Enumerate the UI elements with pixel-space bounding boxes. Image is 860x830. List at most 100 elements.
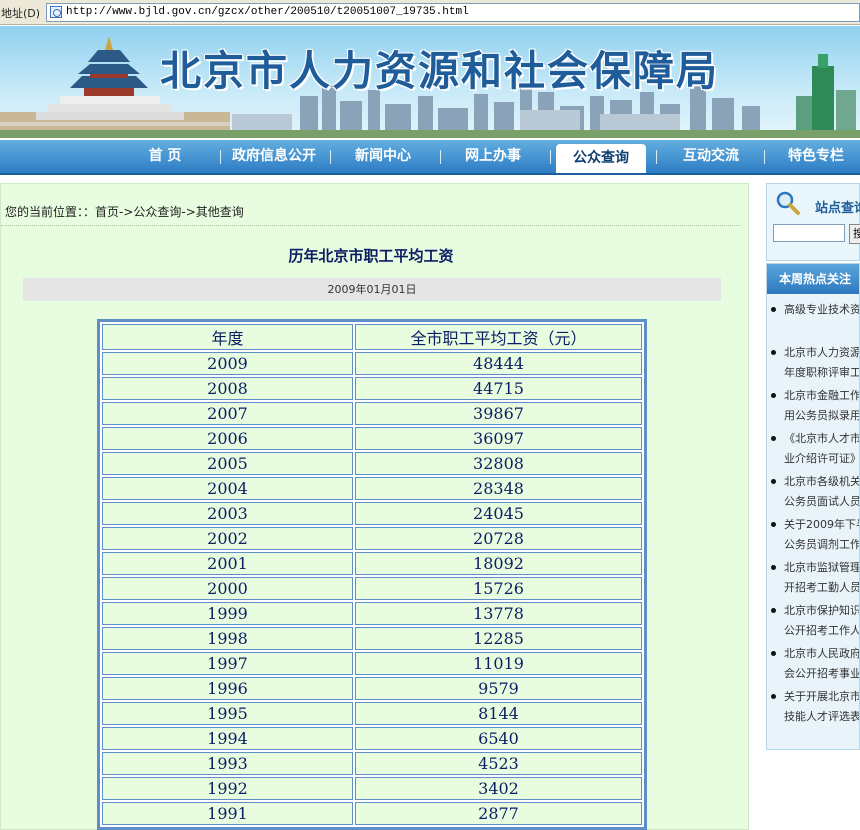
hot-topic-link[interactable]: 关于2009年下半 公务员调剂工作 [767,515,859,558]
page-icon [50,6,62,18]
hot-topic-text[interactable]: 开招考工勤人员 [784,578,859,598]
cell-wage: 2877 [355,802,642,825]
cell-year: 1999 [102,602,353,625]
search-button[interactable]: 搜 [849,224,860,244]
hot-topic-link[interactable]: 高级专业技术资 [767,300,859,343]
hot-topic-text[interactable]: 关于开展北京市 [784,687,859,707]
hot-topic-text[interactable]: 北京市金融工作 [784,386,859,406]
hot-topic-link[interactable]: 北京市保护知识 公开招考工作人 [767,601,859,644]
cell-wage: 24045 [355,502,642,525]
hot-topic-text[interactable]: 关于2009年下半 [784,515,859,535]
hot-topic-text[interactable]: 技能人才评选表 [784,707,859,727]
table-row: 1993 4523 [102,752,642,775]
cell-year: 1995 [102,702,353,725]
hot-topic-text[interactable]: 北京市人力资源 [784,343,859,363]
cell-wage: 36097 [355,427,642,450]
magnifier-icon [776,191,800,215]
nav-special-column[interactable]: 特色专栏 [772,140,860,173]
cell-year: 2008 [102,377,353,400]
hot-topic-text[interactable]: 高级专业技术资 [784,300,859,320]
column-header-year: 年度 [102,324,353,350]
table-row: 2007 39867 [102,402,642,425]
hot-topic-text[interactable]: 北京市人民政府 [784,644,859,664]
nav-separator [550,150,551,164]
hot-topic-text[interactable]: 业介绍许可证》 [784,449,859,469]
wage-table: 年度 全市职工平均工资（元） 2009 48444 2008 44715 2007 398… [97,319,647,830]
nav-separator [656,150,657,164]
bullet-icon [771,651,776,656]
nav-online-service[interactable]: 网上办事 [446,140,540,173]
table-row: 2003 24045 [102,502,642,525]
address-bar: 地址(D) http://www.bjld.gov.cn/gzcx/other/… [0,0,860,25]
cell-year: 2006 [102,427,353,450]
cell-wage: 32808 [355,452,642,475]
hot-topic-link[interactable]: 北京市各级机关 公务员面试人员 [767,472,859,515]
hot-topic-link[interactable]: 关于开展北京市 技能人才评选表 [767,687,859,730]
cell-year: 1997 [102,652,353,675]
cell-wage: 11019 [355,652,642,675]
url-field[interactable]: http://www.bjld.gov.cn/gzcx/other/200510… [46,3,860,22]
hot-topic-link[interactable]: 北京市金融工作 用公务员拟录用 [767,386,859,429]
hot-topic-link[interactable]: 北京市监狱管理 开招考工勤人员 [767,558,859,601]
nav-news[interactable]: 新闻中心 [336,140,430,173]
bullet-icon [771,565,776,570]
hot-topic-text[interactable]: 公务员调剂工作 [784,535,859,555]
site-title: 北京市人力资源和社会保障局 [160,47,719,95]
hot-topic-text[interactable]: 北京市监狱管理 [784,558,859,578]
cell-year: 1992 [102,777,353,800]
cell-year: 1996 [102,677,353,700]
bullet-icon [771,522,776,527]
breadcrumb: 您的当前位置：：首页->公众查询->其他查询 [5,205,244,219]
hot-topic-text[interactable]: 北京市保护知识 [784,601,859,621]
bullet-icon [771,350,776,355]
bullet-icon [771,694,776,699]
hot-topic-text[interactable]: 用公务员拟录用 [784,406,859,426]
hot-topic-text[interactable]: 公开招考工作人 [784,621,859,641]
nav-gov-info[interactable]: 政府信息公开 [224,140,324,173]
table-row: 1991 2877 [102,802,642,825]
cell-year: 1991 [102,802,353,825]
search-input[interactable] [773,224,845,242]
table-row: 1997 11019 [102,652,642,675]
cell-wage: 4523 [355,752,642,775]
hot-topic-text[interactable]: 年度职称评审工 [784,363,859,383]
table-row: 1998 12285 [102,627,642,650]
cell-year: 2009 [102,352,353,375]
nav-public-query[interactable]: 公众查询 [556,144,646,173]
table-row: 1995 8144 [102,702,642,725]
table-row: 1999 13778 [102,602,642,625]
cell-wage: 20728 [355,527,642,550]
table-row: 2009 48444 [102,352,642,375]
cell-year: 2001 [102,552,353,575]
main-nav: 首 页 政府信息公开 新闻中心 网上办事 公众查询 互动交流 特色专栏 [0,140,860,175]
table-row: 1994 6540 [102,727,642,750]
table-row: 2000 15726 [102,577,642,600]
hot-topic-text[interactable]: 北京市各级机关 [784,472,859,492]
hot-topic-text[interactable]: 公务员面试人员 [784,492,859,512]
hot-topics-panel: 本周热点关注 高级专业技术资 北京市人力资源 年度职称评审工 北京市金融工作 用公务员拟… [766,263,860,750]
nav-separator [330,150,331,164]
url-text[interactable]: http://www.bjld.gov.cn/gzcx/other/200510… [66,6,469,18]
cell-wage: 44715 [355,377,642,400]
nav-home[interactable]: 首 页 [120,140,210,173]
cell-wage: 8144 [355,702,642,725]
table-row: 1996 9579 [102,677,642,700]
cell-year: 2005 [102,452,353,475]
hot-topic-link[interactable]: 北京市人力资源 年度职称评审工 [767,343,859,386]
bullet-icon [771,436,776,441]
cell-year: 2007 [102,402,353,425]
cell-year: 1993 [102,752,353,775]
cell-year: 1998 [102,627,353,650]
hot-topic-text[interactable]: 《北京市人才市 [784,429,859,449]
cell-wage: 39867 [355,402,642,425]
nav-interaction[interactable]: 互动交流 [664,140,758,173]
hot-topic-link[interactable]: 《北京市人才市 业介绍许可证》 [767,429,859,472]
cell-year: 1994 [102,727,353,750]
site-search-panel: 站点查询 搜 [766,183,860,261]
table-row: 2001 18092 [102,552,642,575]
hot-topic-text[interactable]: 会公开招考事业 [784,664,859,684]
cell-wage: 12285 [355,627,642,650]
cell-wage: 18092 [355,552,642,575]
hot-topic-link[interactable]: 北京市人民政府 会公开招考事业 [767,644,859,687]
bullet-icon [771,393,776,398]
